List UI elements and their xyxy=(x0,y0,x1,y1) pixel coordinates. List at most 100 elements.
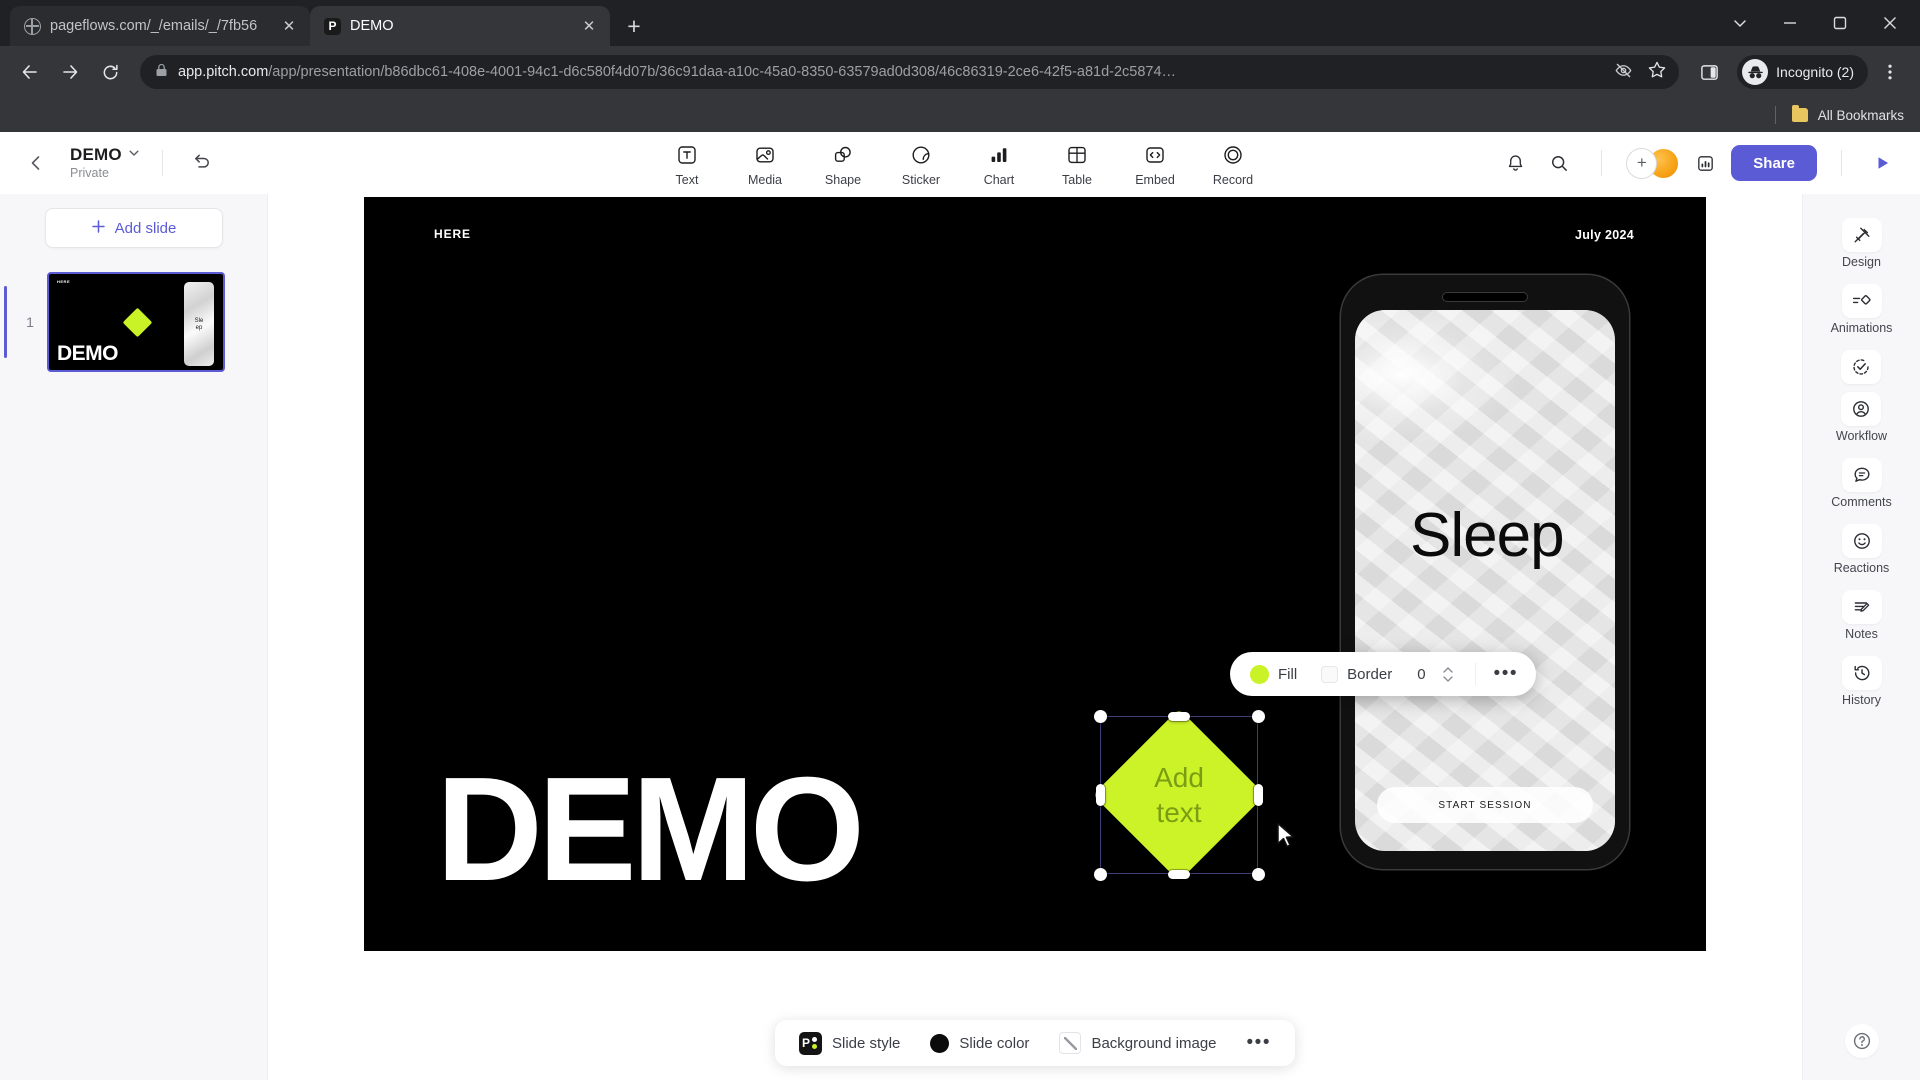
tool-sticker[interactable]: Sticker xyxy=(887,139,955,187)
collaborators[interactable]: + xyxy=(1626,147,1680,179)
tool-shape[interactable]: Shape xyxy=(809,139,877,187)
tool-record[interactable]: Record xyxy=(1199,139,1267,187)
border-control[interactable]: Border 0 xyxy=(1311,657,1468,691)
rail-label: Notes xyxy=(1845,627,1878,641)
resize-handle-bottom-right[interactable] xyxy=(1251,867,1265,881)
slide-style-bar: P Slide style Slide color Background ima… xyxy=(775,1020,1295,1066)
back-to-workspace-button[interactable] xyxy=(20,147,52,179)
rail-item-notes[interactable]: Notes xyxy=(1841,590,1882,641)
browser-tab-1[interactable]: pageflows.com/_/emails/_/7fb56 ✕ xyxy=(10,6,310,46)
app-body: Add slide 1 HERE Sle ep DEMO HERE July 2… xyxy=(0,194,1920,1080)
chevron-down-icon[interactable] xyxy=(122,147,140,162)
present-play-button[interactable] xyxy=(1866,146,1900,180)
tool-media[interactable]: Media xyxy=(731,139,799,187)
workflow-status-icon xyxy=(1841,350,1882,384)
tool-label: Table xyxy=(1062,173,1092,187)
chrome-menu-icon[interactable] xyxy=(1872,54,1908,90)
dot-green xyxy=(812,1044,818,1049)
border-color-swatch[interactable] xyxy=(1321,665,1339,683)
add-slide-button[interactable]: Add slide xyxy=(44,208,223,248)
tool-label: Media xyxy=(747,173,783,187)
slide-color-button[interactable]: Slide color xyxy=(918,1025,1041,1061)
close-window-button[interactable] xyxy=(1866,3,1914,43)
slide-thumbnail[interactable]: HERE Sle ep DEMO xyxy=(47,272,225,372)
bookmark-star-icon[interactable] xyxy=(1647,60,1667,84)
analytics-icon[interactable] xyxy=(1687,145,1723,181)
divider xyxy=(1841,150,1842,176)
rail-item-design[interactable]: Design xyxy=(1841,218,1882,269)
undo-button[interactable] xyxy=(185,146,219,180)
notifications-bell-icon[interactable] xyxy=(1497,145,1533,181)
fill-color-swatch[interactable] xyxy=(1250,664,1269,684)
side-panel-icon[interactable] xyxy=(1691,54,1727,90)
resize-handle-bottom[interactable] xyxy=(1168,869,1190,879)
slide-date-text[interactable]: July 2024 xyxy=(1575,228,1634,242)
pitch-app: DEMO Private Text Media Shape Sticker Ch… xyxy=(0,132,1920,1080)
slide-headline-text[interactable]: DEMO xyxy=(436,756,865,904)
globe-icon xyxy=(24,17,41,35)
all-bookmarks-label[interactable]: All Bookmarks xyxy=(1818,108,1904,123)
rail-item-animations[interactable]: Animations xyxy=(1830,284,1893,335)
rail-item-reactions[interactable]: Reactions xyxy=(1834,524,1889,575)
eye-off-icon[interactable] xyxy=(1614,61,1633,84)
resize-handle-right[interactable] xyxy=(1253,784,1263,806)
rail-item-history[interactable]: History xyxy=(1841,656,1882,707)
shape-more-options-button[interactable]: ••• xyxy=(1482,665,1530,683)
tool-label: Embed xyxy=(1135,173,1175,187)
slide-color-swatch[interactable] xyxy=(930,1033,950,1053)
tool-chart[interactable]: Chart xyxy=(965,139,1033,187)
fill-control[interactable]: Fill xyxy=(1240,657,1307,691)
header-right: + Share xyxy=(1497,145,1900,181)
close-icon[interactable]: ✕ xyxy=(278,15,300,37)
resize-handle-left[interactable] xyxy=(1095,784,1105,806)
resize-handle-bottom-left[interactable] xyxy=(1093,867,1107,881)
pitch-logo-icon: P xyxy=(799,1031,823,1055)
maximize-button[interactable] xyxy=(1816,3,1864,43)
browser-tab-2[interactable]: P DEMO ✕ xyxy=(310,6,610,46)
search-icon[interactable] xyxy=(1541,145,1577,181)
deck-info[interactable]: DEMO Private xyxy=(58,145,140,181)
tool-text[interactable]: Text xyxy=(653,139,721,187)
shape-placeholder-text[interactable]: Add text xyxy=(1131,760,1227,830)
chevron-down-icon[interactable] xyxy=(1716,3,1764,43)
slide-eyebrow-text[interactable]: HERE xyxy=(434,227,471,241)
border-width-value[interactable]: 0 xyxy=(1401,666,1425,683)
slide-thumbnail-row[interactable]: 1 HERE Sle ep DEMO xyxy=(0,272,267,372)
share-button[interactable]: Share xyxy=(1731,145,1817,181)
minimize-button[interactable] xyxy=(1766,3,1814,43)
background-image-button[interactable]: Background image xyxy=(1047,1025,1228,1061)
rail-item-workflow[interactable]: Workflow xyxy=(1836,350,1887,443)
background-image-icon xyxy=(1059,1032,1082,1054)
resize-handle-top-right[interactable] xyxy=(1251,709,1265,723)
reload-button[interactable] xyxy=(92,54,128,90)
rail-item-comments[interactable]: Comments xyxy=(1831,458,1892,509)
new-tab-button[interactable]: + xyxy=(617,9,651,43)
border-width-stepper[interactable] xyxy=(1435,666,1459,682)
resize-handle-top-left[interactable] xyxy=(1093,709,1107,723)
resize-handle-top[interactable] xyxy=(1168,711,1190,721)
thumbnail-phone-title: Sle xyxy=(194,317,204,324)
forward-button[interactable] xyxy=(52,54,88,90)
rail-item-help[interactable] xyxy=(1844,1024,1879,1058)
selected-shape[interactable]: Add text xyxy=(1092,708,1266,882)
url-text: app.pitch.com/app/presentation/b86dbc61-… xyxy=(178,64,1176,80)
background-image-label: Background image xyxy=(1091,1034,1217,1052)
tab-strip: pageflows.com/_/emails/_/7fb56 ✕ P DEMO … xyxy=(0,0,1920,46)
canvas-area: HERE July 2024 DEMO Sleep START SESSION xyxy=(268,194,1802,1080)
app-header: DEMO Private Text Media Shape Sticker Ch… xyxy=(0,132,1920,194)
tool-label: Shape xyxy=(824,173,862,187)
address-bar[interactable]: app.pitch.com/app/presentation/b86dbc61-… xyxy=(140,55,1680,89)
close-icon[interactable]: ✕ xyxy=(578,15,600,37)
slide-style-button[interactable]: P Slide style xyxy=(787,1025,912,1061)
workflow-icon-stack xyxy=(1841,350,1882,426)
slide-color-label: Slide color xyxy=(959,1034,1030,1052)
phone-mockup[interactable]: Sleep START SESSION xyxy=(1341,275,1629,869)
back-button[interactable] xyxy=(12,54,48,90)
slide-more-options-button[interactable]: ••• xyxy=(1235,1034,1283,1052)
incognito-profile-button[interactable]: Incognito (2) xyxy=(1737,55,1868,89)
invite-member-button[interactable]: + xyxy=(1626,147,1658,179)
tool-embed[interactable]: Embed xyxy=(1121,139,1189,187)
tool-table[interactable]: Table xyxy=(1043,139,1111,187)
slide-canvas[interactable]: HERE July 2024 DEMO Sleep START SESSION xyxy=(364,197,1706,951)
rail-label: Animations xyxy=(1830,321,1893,335)
